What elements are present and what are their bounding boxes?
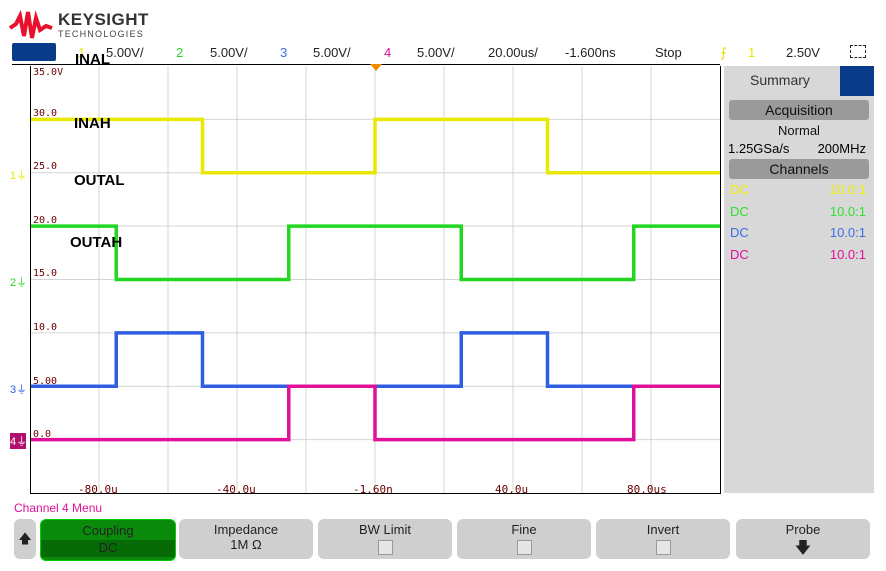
ch1-ground-marker[interactable]: 1⏚ <box>10 167 27 183</box>
time-tick: -40.0u <box>216 483 256 496</box>
probe-softkey[interactable]: Probe 🡇 <box>736 519 870 559</box>
bw-limit-checkbox[interactable] <box>377 540 393 555</box>
ch3-probe: 10.0:1 <box>829 225 866 240</box>
waveform-ch1 <box>30 117 720 175</box>
summary-panel: Summary Acquisition Normal 1.25GSa/s 200… <box>724 66 874 493</box>
volt-tick: 10.0 <box>33 322 58 333</box>
ch2-coupling: DC <box>730 203 749 219</box>
volt-tick: 30.0 <box>33 108 58 119</box>
ch3-ground-marker[interactable]: 3⏚ <box>10 381 27 397</box>
waveform-display[interactable] <box>30 66 721 494</box>
invert-softkey[interactable]: Invert <box>596 519 730 559</box>
label-outah: OUTAH <box>70 234 123 251</box>
bw-limit-softkey[interactable]: BW Limit <box>318 519 452 559</box>
label-outal: OUTAL <box>74 172 125 189</box>
channels-header[interactable]: Channels <box>729 159 869 179</box>
bandwidth: 200MHz <box>817 141 866 156</box>
ch2-probe: 10.0:1 <box>829 203 866 219</box>
ch4-probe: 10.0:1 <box>829 246 866 262</box>
summary-tab[interactable]: Summary <box>750 72 810 88</box>
waveform-ch4 <box>30 384 720 442</box>
volt-tick: 25.0 <box>33 161 58 172</box>
label-inal: INAL <box>75 51 110 68</box>
volt-tick: 15.0 <box>33 268 58 279</box>
time-tick: 40.0u <box>495 483 529 496</box>
timebase[interactable]: 20.00us/ <box>488 45 538 60</box>
fine-label: Fine <box>511 522 537 537</box>
volt-tick: 0.0 <box>33 429 52 440</box>
plot-right-border <box>720 66 721 494</box>
time-tick: -1.60n <box>353 483 393 496</box>
main-menu-button[interactable] <box>12 43 56 61</box>
coupling-softkey[interactable]: Coupling DC <box>40 519 176 561</box>
volt-tick: 20.0 <box>33 215 58 226</box>
ch3-scale[interactable]: 5.00V/ <box>313 45 351 60</box>
ch2-scale[interactable]: 5.00V/ <box>210 45 248 60</box>
label-inah: INAH <box>74 115 111 132</box>
impedance-softkey[interactable]: Impedance 1M Ω <box>179 519 313 559</box>
acquisition-header[interactable]: Acquisition <box>729 100 869 120</box>
ch4-ground-marker[interactable]: 4⏚ <box>10 433 27 449</box>
plot-left-border <box>30 66 31 493</box>
delay[interactable]: -1.600ns <box>565 45 616 60</box>
ch1-coupling: DC <box>730 182 749 197</box>
keysight-logo <box>8 9 53 39</box>
coupling-value: DC <box>41 540 175 557</box>
ch1-scale[interactable]: 5.00V/ <box>106 45 144 60</box>
impedance-value: 1M Ω <box>230 537 262 552</box>
trigger-level[interactable]: 2.50V <box>786 45 820 60</box>
trigger-edge-icon: ⨍ <box>720 45 727 60</box>
trigger-position-marker[interactable] <box>370 64 382 71</box>
up-arrow-icon: 🡅 <box>18 531 32 546</box>
header-divider <box>12 64 720 65</box>
menu-title: Channel 4 Menu <box>14 501 103 515</box>
ch3-coupling: DC <box>730 225 749 240</box>
coupling-label: Coupling <box>82 523 134 538</box>
run-state[interactable]: Stop <box>655 45 682 60</box>
brand-sub: TECHNOLOGIES <box>58 29 144 39</box>
ch4-number[interactable]: 4 <box>384 45 391 60</box>
down-arrow-icon: 🡇 <box>794 540 812 557</box>
probe-label: Probe <box>785 522 821 537</box>
brand-name: KEYSIGHT <box>58 10 149 29</box>
time-tick: -80.0u <box>78 483 118 496</box>
volt-tick: 5.00 <box>33 376 58 387</box>
fine-checkbox[interactable] <box>516 540 532 555</box>
invert-checkbox[interactable] <box>655 540 671 555</box>
volt-tick: 35.0V <box>33 67 64 78</box>
ch2-ground-marker[interactable]: 2⏚ <box>10 274 27 290</box>
impedance-label: Impedance <box>213 522 279 537</box>
ch4-coupling: DC <box>730 246 749 262</box>
fine-softkey[interactable]: Fine <box>457 519 591 559</box>
time-tick: 80.0us <box>627 483 667 496</box>
trigger-source[interactable]: 1 <box>748 45 755 60</box>
panel-menu-button[interactable] <box>840 66 874 96</box>
ch2-number[interactable]: 2 <box>176 45 183 60</box>
acq-mode: Normal <box>778 123 820 138</box>
sample-rate: 1.25GSa/s <box>728 141 790 156</box>
ch4-scale[interactable]: 5.00V/ <box>417 45 455 60</box>
zoom-box-icon[interactable] <box>850 45 866 58</box>
bw-limit-label: BW Limit <box>359 522 411 537</box>
menu-back-button[interactable]: 🡅 <box>14 519 36 559</box>
ch1-probe: 10.0:1 <box>829 182 866 197</box>
ch3-number[interactable]: 3 <box>280 45 287 60</box>
invert-label: Invert <box>646 522 680 537</box>
